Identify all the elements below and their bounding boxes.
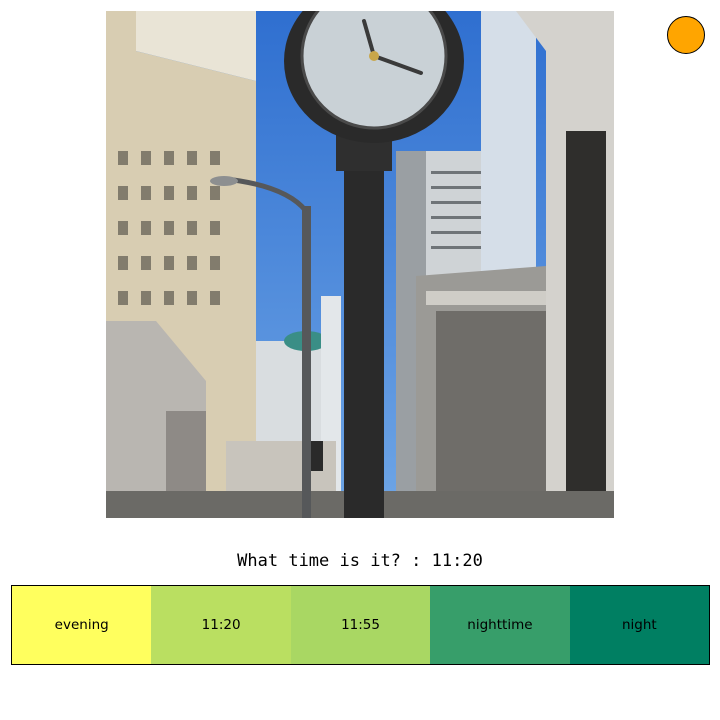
answer-label: nighttime — [467, 617, 533, 633]
question-prompt: What time is it? — [237, 551, 401, 571]
answer-label: 11:55 — [341, 617, 380, 633]
answer-option-evening[interactable]: evening — [12, 586, 152, 664]
answer-option-night[interactable]: night — [569, 586, 710, 664]
question-separator: : — [400, 551, 432, 571]
answer-option-1155[interactable]: 11:55 — [290, 586, 431, 664]
answer-label: 11:20 — [201, 617, 241, 633]
answer-label: night — [621, 617, 657, 633]
answer-options: evening 11:20 11:55 nighttime night — [11, 585, 710, 665]
scene-photo — [106, 11, 614, 518]
answer-option-1120[interactable]: 11:20 — [151, 586, 291, 664]
answer-label: evening — [54, 617, 109, 633]
question-text: What time is it? : 11:20 — [0, 551, 720, 571]
status-indicator — [667, 16, 705, 54]
current-answer: 11:20 — [431, 551, 483, 571]
answer-option-nighttime[interactable]: nighttime — [430, 586, 570, 664]
